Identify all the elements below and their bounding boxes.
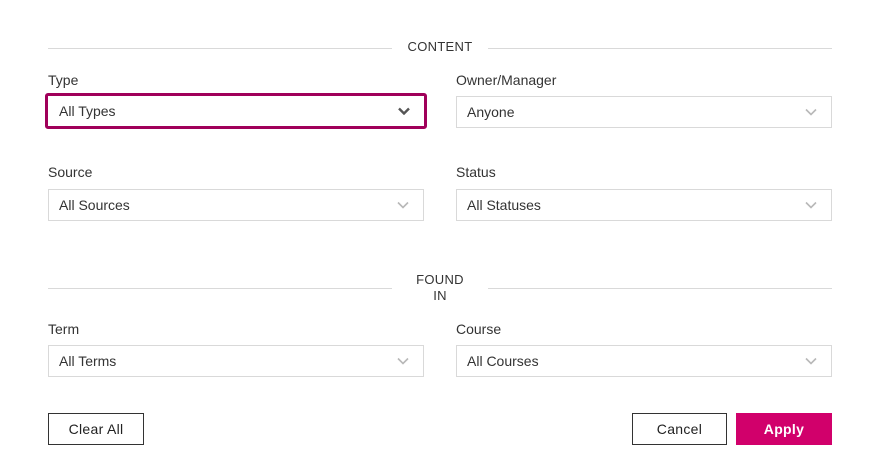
owner-label: Owner/Manager [456, 72, 557, 88]
apply-button[interactable]: Apply [736, 413, 832, 445]
chevron-down-icon [390, 96, 418, 126]
filter-panel: CONTENT Type All Types Owner/Manager Any… [0, 0, 880, 469]
divider-right [488, 288, 832, 289]
source-select-value: All Sources [59, 197, 130, 213]
course-label: Course [456, 321, 502, 337]
source-select[interactable]: All Sources [48, 189, 424, 221]
divider-left [48, 288, 392, 289]
chevron-down-icon [797, 346, 825, 376]
term-select[interactable]: All Terms [48, 345, 424, 377]
chevron-down-icon [797, 190, 825, 220]
section-header-content: CONTENT [48, 36, 832, 60]
chevron-down-icon [389, 346, 417, 376]
section-title-content: CONTENT [407, 39, 473, 54]
owner-select[interactable]: Anyone [456, 96, 832, 128]
section-header-found-in: FOUND IN [48, 272, 832, 306]
course-select[interactable]: All Courses [456, 345, 832, 377]
status-select-value: All Statuses [467, 197, 541, 213]
source-label: Source [48, 164, 93, 180]
cancel-button[interactable]: Cancel [632, 413, 727, 445]
chevron-down-icon [389, 190, 417, 220]
owner-select-value: Anyone [467, 104, 515, 120]
type-label: Type [48, 72, 79, 88]
divider-right [488, 48, 832, 49]
status-label: Status [456, 164, 496, 180]
type-select-value: All Types [59, 103, 116, 119]
chevron-down-icon [797, 97, 825, 127]
term-select-value: All Terms [59, 353, 117, 369]
status-select[interactable]: All Statuses [456, 189, 832, 221]
type-select[interactable]: All Types [45, 93, 427, 129]
clear-all-button[interactable]: Clear All [48, 413, 144, 445]
section-title-found-in: FOUND IN [416, 272, 464, 303]
course-select-value: All Courses [467, 353, 539, 369]
term-label: Term [48, 321, 80, 337]
divider-left [48, 48, 392, 49]
